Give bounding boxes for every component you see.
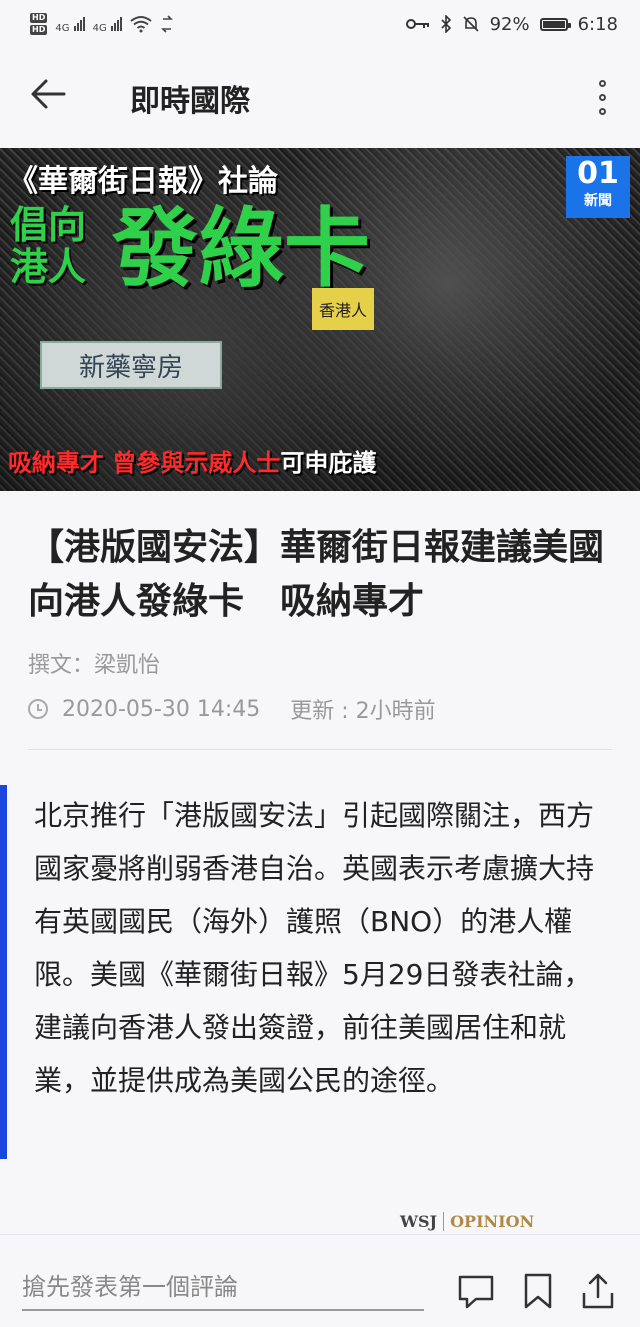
lead-accent-bar bbox=[0, 785, 7, 1159]
logo-number: 01 bbox=[577, 156, 619, 191]
shop-sign: 新藥寧房 bbox=[40, 341, 222, 389]
hero-image[interactable]: 《華爾街日報》社論 倡向港人 發綠卡 香港人 新藥寧房 吸納專才 曾參與示威人士… bbox=[0, 148, 640, 491]
network-label-1: 4G bbox=[55, 22, 70, 34]
arrow-left-icon bbox=[31, 79, 66, 109]
bookmark-button[interactable] bbox=[518, 1271, 558, 1311]
hd-badge-1: HD bbox=[30, 13, 48, 23]
bookmark-icon bbox=[524, 1273, 552, 1309]
article-body: 【港版國安法】華爾街日報建議美國向港人發綠卡 吸納專才 撰文：梁凱怡 2020-… bbox=[0, 491, 640, 1211]
article-lead: 北京推行「港版國安法」引起國際關注，西方國家憂將削弱香港自治。英國表示考慮擴大持… bbox=[34, 799, 595, 1097]
hero-headline-small: 倡向港人 bbox=[10, 203, 87, 289]
clock-icon bbox=[28, 699, 48, 719]
share-icon bbox=[582, 1273, 614, 1309]
mute-bell-icon bbox=[462, 16, 479, 32]
update-time: 更新 : 2小時前 bbox=[290, 699, 436, 724]
status-right: 92% 6:18 bbox=[405, 13, 618, 35]
protest-banner: 香港人 bbox=[312, 288, 374, 330]
article-headline: 【港版國安法】華爾街日報建議美國向港人發綠卡 吸納專才 bbox=[28, 527, 605, 622]
bottom-action-bar bbox=[0, 1234, 640, 1327]
hd-indicators: HD HD bbox=[30, 13, 48, 35]
bluetooth-icon bbox=[440, 15, 451, 33]
hero-headline-large: 發綠卡 bbox=[112, 199, 370, 299]
network-label-2: 4G bbox=[92, 22, 107, 34]
comment-input[interactable] bbox=[22, 1265, 424, 1311]
back-button[interactable] bbox=[28, 74, 70, 116]
status-bar: HD HD 4G 4G 92% 6:18 bbox=[0, 0, 640, 48]
wsj-section: OPINION bbox=[443, 1212, 535, 1231]
hd-badge-2: HD bbox=[30, 25, 48, 35]
app-bar: 即時國際 bbox=[0, 48, 640, 148]
key-icon bbox=[405, 19, 429, 29]
article-meta: 2020-05-30 14:45 更新 : 2小時前 bbox=[28, 693, 436, 725]
wsj-opinion-logo: WSJ OPINION bbox=[400, 1212, 535, 1231]
status-left: HD HD 4G 4G bbox=[30, 13, 174, 35]
battery-icon bbox=[539, 17, 571, 31]
hero-caption: 吸納專才 曾參與示威人士可申庇護 bbox=[8, 443, 376, 478]
hero-caption-white: 可申庇護 bbox=[280, 449, 377, 477]
hero-kicker: 《華爾街日報》社論 bbox=[8, 164, 278, 199]
share-button[interactable] bbox=[578, 1271, 618, 1311]
comment-icon bbox=[458, 1275, 494, 1309]
wsj-brand: WSJ bbox=[400, 1212, 438, 1231]
comment-button[interactable] bbox=[456, 1271, 496, 1311]
sync-icon bbox=[161, 15, 173, 33]
signal-icon-1: 4G bbox=[55, 15, 85, 34]
hk01-logo: 01 新聞 bbox=[566, 156, 630, 218]
publish-date: 2020-05-30 14:45 bbox=[62, 696, 261, 722]
divider bbox=[28, 749, 612, 750]
battery-percent: 92% bbox=[489, 13, 530, 35]
more-vertical-icon bbox=[599, 80, 606, 87]
page-title: 即時國際 bbox=[130, 84, 250, 119]
article-author: 撰文：梁凱怡 bbox=[28, 653, 161, 678]
logo-label: 新聞 bbox=[584, 193, 612, 209]
wifi-icon bbox=[130, 16, 152, 33]
clock-time: 6:18 bbox=[577, 13, 618, 35]
hero-caption-red: 吸納專才 曾參與示威人士 bbox=[8, 449, 281, 477]
signal-icon-2: 4G bbox=[93, 15, 122, 34]
more-options-button[interactable] bbox=[599, 80, 606, 115]
